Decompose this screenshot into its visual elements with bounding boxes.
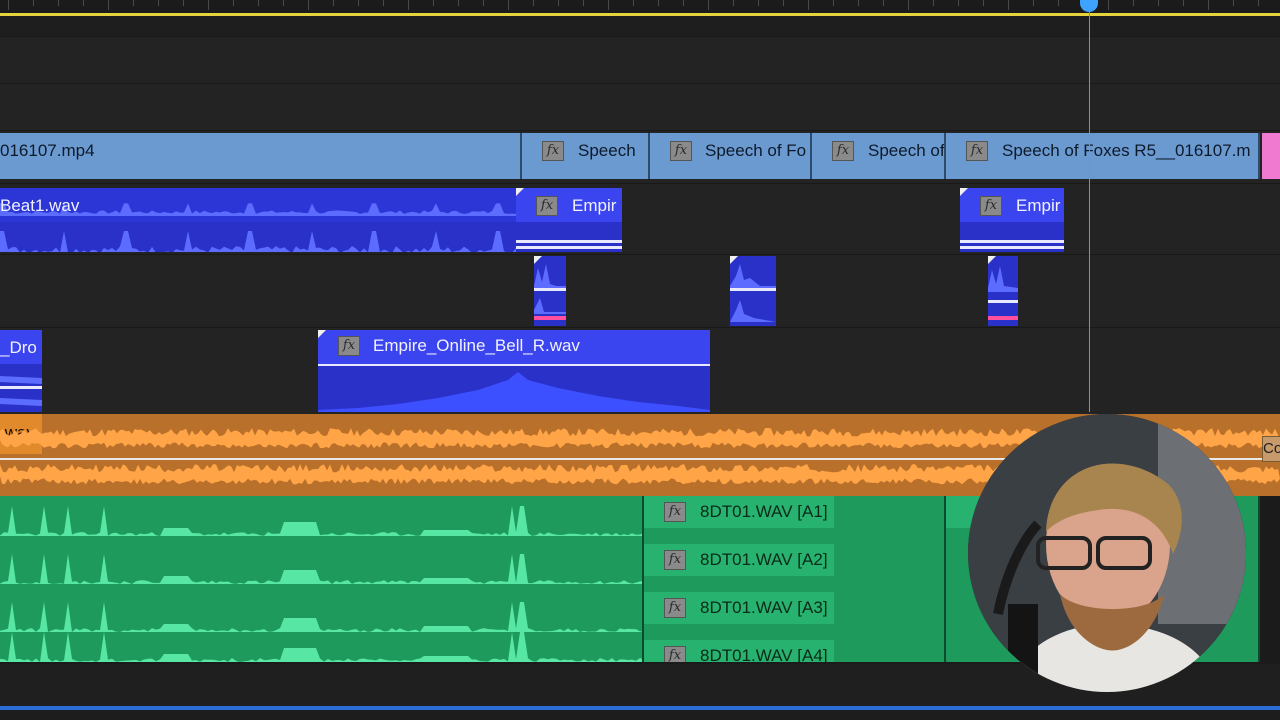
video-clip-pink[interactable] <box>1262 133 1280 179</box>
video-clip[interactable]: 016107.mp4 <box>0 133 522 179</box>
clip-label: 8DT01.WAV [A1] <box>700 502 828 521</box>
horizontal-scrollbar[interactable] <box>0 706 1280 710</box>
waveform <box>0 506 642 662</box>
clip-label: _Dro <box>0 338 37 357</box>
audio-clip[interactable]: _Dro <box>0 330 42 412</box>
audio-clip[interactable]: Beat1.wav <box>0 188 516 252</box>
clip-label: Speech of <box>868 141 945 160</box>
clip-corner-marker <box>516 188 524 196</box>
clip-corner-marker <box>960 188 968 196</box>
fx-icon: fx <box>536 196 558 216</box>
clip-label: 8DT01.WAV [A3] <box>700 598 828 617</box>
video-clip[interactable]: fx Speech of Fo <box>650 133 812 179</box>
clip-corner-marker <box>318 330 326 338</box>
clip-label: 8DT01.WAV [A2] <box>700 550 828 569</box>
fx-icon: fx <box>338 336 360 356</box>
clip-label: 8DT01.WAV [A4] <box>700 646 828 662</box>
clip-label: Beat1.wav <box>0 196 80 215</box>
video-clip[interactable]: fx Speech of Foxes R5__016107.m <box>946 133 1260 179</box>
waveform <box>318 372 710 412</box>
fx-icon: fx <box>542 141 564 161</box>
clip-label: Speech <box>578 141 636 160</box>
clip-label: Speech of Foxes R5__016107.m <box>1002 141 1251 160</box>
track-row-empty <box>0 16 1280 37</box>
audio-clip-green[interactable]: fx 8DT01.WAV [A1] fx 8DT01.WAV [A2] fx 8… <box>644 496 946 662</box>
waveform <box>730 264 776 322</box>
playhead-line[interactable] <box>1089 0 1090 412</box>
fx-icon: fx <box>664 550 686 570</box>
clip-label: Empir <box>572 196 617 215</box>
fx-icon: fx <box>664 502 686 522</box>
clip-label: Empir <box>1016 196 1061 215</box>
audio-clip[interactable] <box>534 256 566 326</box>
person-avatar-icon <box>968 414 1246 692</box>
track-row-audio-2 <box>0 255 1280 328</box>
clip-label: Speech of Fo <box>705 141 807 160</box>
clip-edge-label: Co <box>1262 436 1280 462</box>
fx-icon: fx <box>664 598 686 618</box>
audio-clip[interactable] <box>730 256 776 326</box>
clip-label: Empire_Online_Bell_R.wav <box>373 336 580 355</box>
track-row-video-3 <box>0 37 1280 84</box>
video-clip[interactable]: fx Speech of <box>812 133 946 179</box>
waveform <box>0 376 42 406</box>
track-row-video-2 <box>0 84 1280 131</box>
fx-icon: fx <box>664 646 686 662</box>
webcam-overlay <box>968 414 1246 692</box>
audio-clip-green[interactable] <box>0 496 644 662</box>
fx-icon: fx <box>966 141 988 161</box>
video-clip[interactable]: fx Speech <box>522 133 650 179</box>
audio-clip[interactable]: fx Empir <box>516 188 622 252</box>
audio-clip[interactable]: fx Empir <box>960 188 1064 252</box>
fx-icon: fx <box>980 196 1002 216</box>
audio-clip[interactable]: fx Empire_Online_Bell_R.wav <box>318 330 710 412</box>
fx-icon: fx <box>670 141 692 161</box>
clip-label: 016107.mp4 <box>0 141 95 160</box>
audio-clip[interactable] <box>988 256 1018 326</box>
fx-icon: fx <box>832 141 854 161</box>
